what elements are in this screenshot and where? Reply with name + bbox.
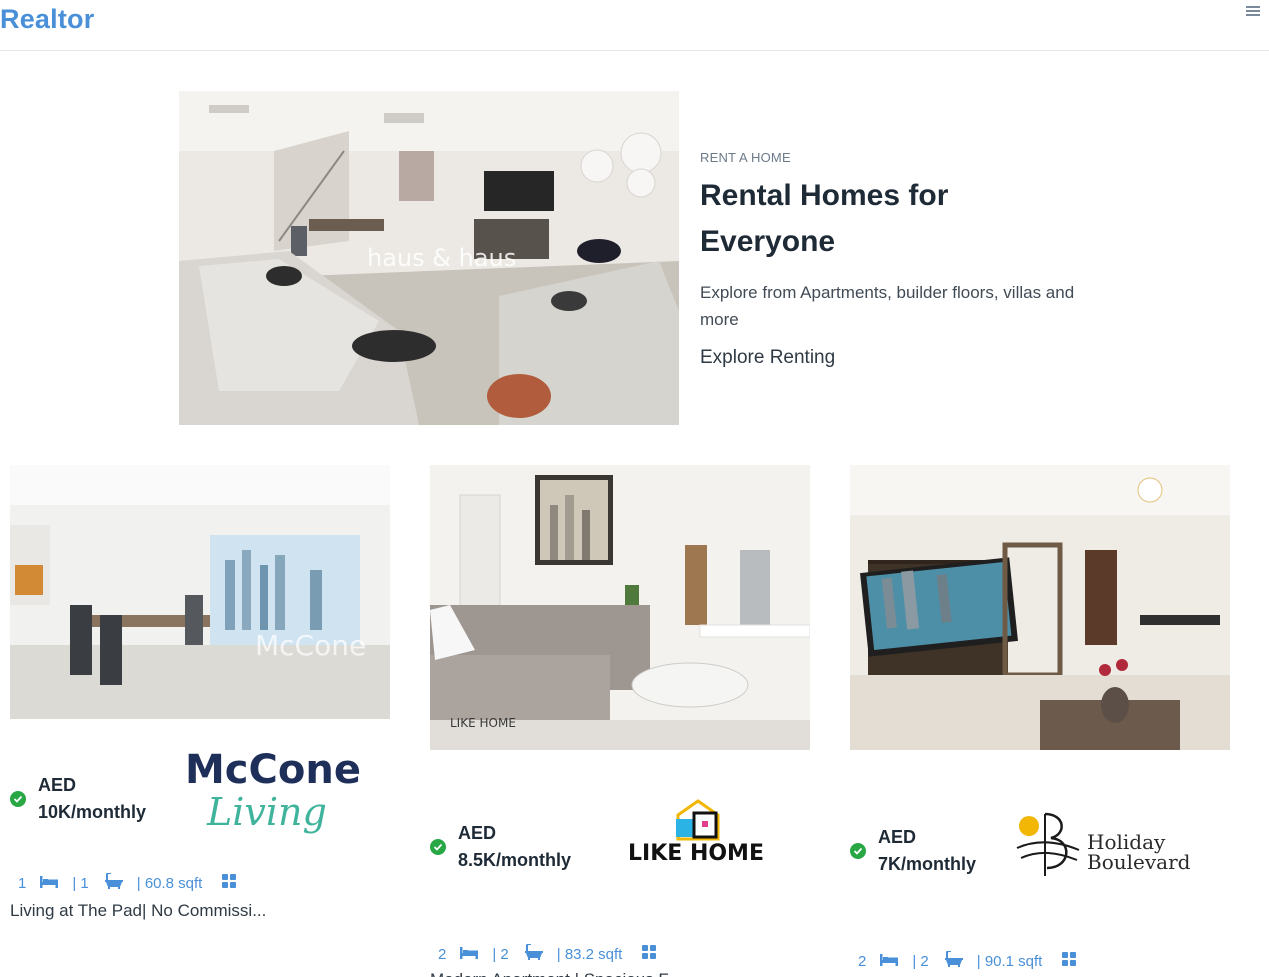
logo-text: LIKE HOME: [628, 841, 764, 866]
bed-icon: [40, 875, 59, 892]
price-currency: AED: [38, 775, 77, 795]
price-block: AED 7K/monthly: [850, 823, 1030, 883]
logo-text-script: Living: [207, 790, 327, 834]
baths-count: | 2: [492, 945, 509, 963]
check-circle-icon: [850, 843, 866, 859]
beds-count: 1: [18, 874, 27, 892]
bathtub-icon: [104, 872, 123, 893]
listing-title[interactable]: Living at The Pad| No Commissi...: [10, 901, 300, 921]
logo-text-line1: Holiday: [1087, 830, 1166, 854]
area-size: | 90.1 sqft: [976, 952, 1043, 970]
agency-logo-holiday-boulevard[interactable]: Holiday Boulevard: [1015, 810, 1190, 885]
listing-image[interactable]: LIKE HOME: [430, 465, 810, 750]
hero-image: haus & haus: [179, 91, 679, 425]
baths-count: | 1: [72, 874, 89, 892]
price-block: AED 10K/monthly: [10, 768, 190, 828]
listing-features: 2 | 2 | 90.1 sqft: [858, 950, 1090, 971]
bed-icon: [460, 946, 479, 963]
grid-icon[interactable]: [1062, 952, 1077, 970]
agency-logo-mccone[interactable]: McCone Living: [185, 748, 365, 843]
price-amount: 10K/monthly: [38, 802, 147, 822]
hero-description: Explore from Apartments, builder floors,…: [700, 283, 1075, 329]
check-circle-icon: [10, 791, 26, 807]
price-amount: 8.5K/monthly: [458, 850, 572, 870]
listing-features: 1 | 1 | 60.8 sqft: [18, 872, 250, 893]
grid-icon[interactable]: [642, 945, 657, 963]
price-currency: AED: [458, 823, 497, 843]
listing-price: AED 10K/monthly: [38, 772, 146, 826]
listing-image[interactable]: [850, 465, 1230, 750]
beds-count: 2: [858, 952, 867, 970]
svg-text:McCone: McCone: [255, 629, 366, 662]
check-circle-icon: [430, 839, 446, 855]
explore-renting-link[interactable]: Explore Renting: [700, 347, 1080, 369]
hero-title: Rental Homes for Everyone: [700, 179, 949, 258]
listing-features: 2 | 2 | 83.2 sqft: [438, 943, 670, 964]
bed-icon: [880, 953, 899, 970]
area-size: | 83.2 sqft: [556, 945, 623, 963]
price-currency: AED: [878, 827, 917, 847]
listing-image[interactable]: McCone: [10, 465, 390, 719]
logo-text-main: McCone: [185, 747, 361, 793]
hero-section: RENT A HOME Rental Homes for Everyone Ex…: [700, 150, 1080, 369]
baths-count: | 2: [912, 952, 929, 970]
bathtub-icon: [944, 950, 963, 971]
agency-logo-likehome[interactable]: LIKE HOME: [628, 797, 768, 869]
image-watermark: LIKE HOME: [450, 716, 516, 730]
hamburger-icon[interactable]: [1246, 6, 1260, 18]
logo-text-line2: Boulevard: [1087, 850, 1191, 874]
hero-eyebrow: RENT A HOME: [700, 150, 791, 165]
top-navbar: Realtor: [0, 0, 1269, 51]
area-size: | 60.8 sqft: [136, 874, 203, 892]
grid-icon[interactable]: [222, 874, 237, 892]
listing-title[interactable]: Modern Apartment | Spacious F...: [430, 970, 720, 977]
price-amount: 7K/monthly: [878, 854, 977, 874]
price-block: AED 8.5K/monthly: [430, 819, 610, 879]
hero-watermark: haus & haus: [367, 244, 516, 272]
listing-price: AED 7K/monthly: [878, 824, 976, 878]
listing-price: AED 8.5K/monthly: [458, 820, 571, 874]
bathtub-icon: [524, 943, 543, 964]
brand-logo[interactable]: Realtor: [0, 4, 94, 35]
beds-count: 2: [438, 945, 447, 963]
